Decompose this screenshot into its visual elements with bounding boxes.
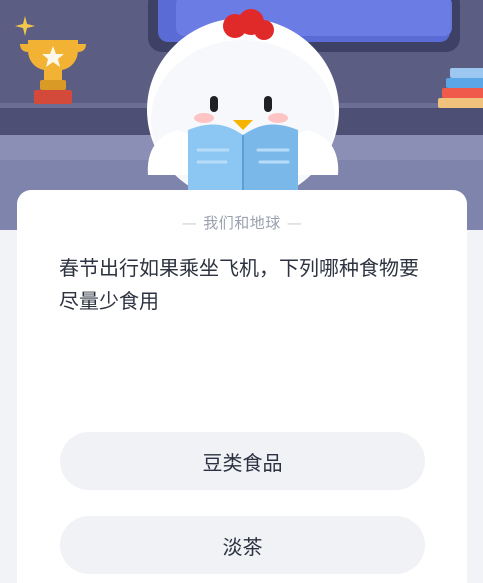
topic-label: — 我们和地球 —: [17, 212, 467, 233]
chicken-reading-book-illustration: [147, 9, 339, 200]
quiz-screen: — 我们和地球 — 春节出行如果乘坐飞机，下列哪种食物要尽量少食用 豆类食品 淡茶: [0, 0, 483, 583]
answer-option-1[interactable]: 豆类食品: [60, 432, 425, 490]
topic-dash-right: —: [286, 214, 303, 232]
topic-text: 我们和地球: [203, 214, 281, 232]
topic-dash-left: —: [181, 214, 198, 232]
answer-option-2[interactable]: 淡茶: [60, 516, 425, 574]
question-card: — 我们和地球 — 春节出行如果乘坐飞机，下列哪种食物要尽量少食用 豆类食品 淡茶: [17, 190, 467, 583]
books-stack-icon: [438, 68, 483, 108]
answer-option-1-label: 豆类食品: [202, 450, 283, 475]
trophy-icon: [20, 40, 86, 104]
question-text: 春节出行如果乘坐飞机，下列哪种食物要尽量少食用: [59, 256, 419, 313]
answer-option-2-label: 淡茶: [222, 534, 263, 559]
